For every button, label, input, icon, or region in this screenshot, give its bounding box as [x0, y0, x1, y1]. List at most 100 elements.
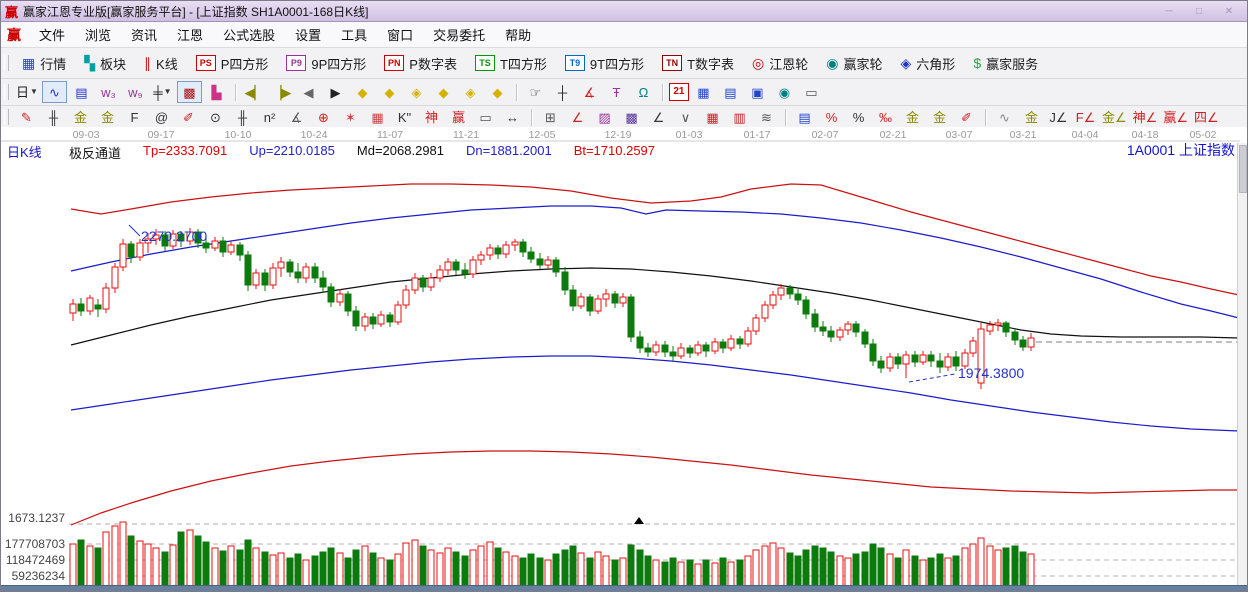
menu-item-4[interactable]: 公式选股 [213, 24, 285, 45]
time-fence-1-icon[interactable]: ╫ [41, 106, 66, 128]
four-angle-line-icon[interactable]: 四∠ [1192, 106, 1221, 128]
shen-angle-line-icon[interactable]: 神∠ [1131, 106, 1160, 128]
stats-table-icon[interactable]: ▤ [792, 106, 817, 128]
menu-item-6[interactable]: 工具 [331, 24, 377, 45]
win-tool-icon[interactable]: 赢 [446, 106, 471, 128]
hexagon-button[interactable]: ◈ 六角形 [892, 54, 965, 73]
sectors-button[interactable]: ▚ 板块 [75, 54, 135, 73]
gold-ratio-2-icon[interactable]: 金 [95, 106, 120, 128]
menu-item-5[interactable]: 设置 [285, 24, 331, 45]
vertical-scrollbar[interactable] [1237, 143, 1247, 586]
gold-angle-box-icon[interactable]: 金 [1019, 106, 1044, 128]
grid-red-icon[interactable]: ▦ [700, 106, 725, 128]
wave-count-3-icon[interactable]: w₃ [96, 81, 121, 103]
period-style-dropdown-icon[interactable]: 日 ▼ [14, 81, 40, 103]
crosshair-icon[interactable]: ┼ [550, 81, 575, 103]
fibo-fence-icon[interactable]: F [122, 106, 147, 128]
angle-measure-icon[interactable]: ∡ [577, 81, 602, 103]
scrollbar-thumb[interactable] [1239, 145, 1247, 193]
menu-item-3[interactable]: 江恩 [167, 24, 213, 45]
box-grid-icon[interactable]: ▦ [365, 106, 390, 128]
menu-item-1[interactable]: 浏览 [75, 24, 121, 45]
gold-lines-icon[interactable]: 金 [927, 106, 952, 128]
k-mark-icon[interactable]: K" [392, 106, 417, 128]
gann-fan-red-icon[interactable]: ∠ [565, 106, 590, 128]
n-square-icon[interactable]: n² [257, 106, 282, 128]
time-fence-2-icon[interactable]: ╫ [230, 106, 255, 128]
p-number-table-button[interactable]: PN P数字表 [375, 54, 466, 73]
shrink-right-icon[interactable]: ◆ [377, 81, 402, 103]
save-icon[interactable]: ▣ [745, 81, 770, 103]
gold-ratio-1-icon[interactable]: 金 [68, 106, 93, 128]
calculator-icon[interactable]: ▦ [691, 81, 716, 103]
9t-square-button[interactable]: T9 9T四方形 [556, 54, 653, 73]
thinking-tool-icon[interactable]: Ω [631, 81, 656, 103]
gann-wheel-button[interactable]: ◎ 江恩轮 [743, 54, 817, 73]
candle-type-dropdown-icon[interactable]: ╪ ▼ [150, 81, 175, 103]
close-button[interactable]: ✕ [1221, 6, 1237, 17]
winner-service-button[interactable]: $ 赢家服务 [964, 54, 1047, 73]
shen-tool-icon[interactable]: 神 [419, 106, 444, 128]
network-icon[interactable]: ◉ [772, 81, 797, 103]
spiral-icon[interactable]: @ [149, 106, 174, 128]
9p-square-button[interactable]: P9 9P四方形 [277, 54, 375, 73]
menu-item-7[interactable]: 窗口 [377, 24, 423, 45]
pan-hand-icon[interactable]: ☞ [523, 81, 548, 103]
menu-item-2[interactable]: 资讯 [121, 24, 167, 45]
first-page-icon[interactable]: ◀▏ [242, 81, 267, 103]
fit-view-icon[interactable]: ◆ [485, 81, 510, 103]
marker-pen-icon[interactable]: ✐ [954, 106, 979, 128]
notes-icon[interactable]: ▤ [718, 81, 743, 103]
gann-tool-purple-icon[interactable]: Ŧ [604, 81, 629, 103]
maximize-button[interactable]: □ [1191, 6, 1207, 17]
t-square-button[interactable]: TS T四方形 [466, 54, 556, 73]
expand-view-icon[interactable]: ◈ [458, 81, 483, 103]
win-angle-line-icon[interactable]: 赢∠ [1161, 106, 1190, 128]
calendar-icon[interactable]: 21 [668, 83, 689, 101]
expand-horizontal-icon[interactable]: ◈ [404, 81, 429, 103]
prev-page-icon[interactable]: ◀ [296, 81, 321, 103]
next-page-icon[interactable]: ▶ [323, 81, 348, 103]
print-icon[interactable]: ▭ [799, 81, 824, 103]
ruler-icon[interactable]: ▭ [473, 106, 498, 128]
h-measure-icon[interactable]: ↔ [500, 106, 525, 128]
menu-item-9[interactable]: 帮助 [495, 24, 541, 45]
time-cycle-icon[interactable]: ⊙ [203, 106, 228, 128]
parallel-lines-icon[interactable]: ≋ [754, 106, 779, 128]
info-panel-icon[interactable]: ▤ [69, 81, 94, 103]
gold-circle-icon[interactable]: 金 [900, 106, 925, 128]
star-grid-icon[interactable]: ✶ [338, 106, 363, 128]
zigzag-tool-icon[interactable]: ∿ [41, 81, 67, 103]
percent-icon[interactable]: % [846, 106, 871, 128]
permille-line-icon[interactable]: ‰ [873, 106, 898, 128]
quotes-button[interactable]: ▦ 行情 [13, 54, 75, 73]
pattern-marker-icon[interactable]: ▩ [176, 81, 202, 103]
fan-box-purple-icon[interactable]: ▨ [592, 106, 617, 128]
fan-box-icon[interactable]: ▩ [619, 106, 644, 128]
t-number-table-button[interactable]: TN T数字表 [653, 54, 743, 73]
toolbar-grip[interactable] [4, 109, 9, 125]
toolbar-grip[interactable] [4, 55, 9, 71]
f-angle-line-icon[interactable]: F∠ [1073, 106, 1098, 128]
wave-overlay-icon[interactable]: ∿ [992, 106, 1017, 128]
compress-view-icon[interactable]: ◆ [431, 81, 456, 103]
p-square-button[interactable]: PS P四方形 [187, 54, 278, 73]
trend-angle-icon[interactable]: ∠ [646, 106, 671, 128]
wave-check-icon[interactable]: ∨ [673, 106, 698, 128]
target-cross-icon[interactable]: ⊕ [311, 106, 336, 128]
minimize-button[interactable]: ─ [1161, 6, 1177, 17]
menu-item-0[interactable]: 文件 [29, 24, 75, 45]
volume-profile-icon[interactable]: ▙ [204, 81, 229, 103]
j-angle-line-icon[interactable]: J∠ [1046, 106, 1071, 128]
grid-box-icon[interactable]: ▥ [727, 106, 752, 128]
shrink-left-icon[interactable]: ◆ [350, 81, 375, 103]
kline-chart[interactable]: 09-03 09-17 10-10 10-24 11-07 11-21 12-05 12-19… [1, 127, 1248, 592]
menu-item-8[interactable]: 交易委托 [423, 24, 495, 45]
winner-wheel-button[interactable]: ◉ 赢家轮 [817, 54, 891, 73]
last-page-icon[interactable]: ▕▶ [269, 81, 294, 103]
toolbar-grip[interactable] [4, 84, 9, 100]
measure-pen-icon[interactable]: ✐ [176, 106, 201, 128]
kline-button[interactable]: ∥ K线 [135, 54, 187, 73]
right-angle-frame-icon[interactable]: ⊞ [538, 106, 563, 128]
wave-count-9-icon[interactable]: w₉ [123, 81, 148, 103]
